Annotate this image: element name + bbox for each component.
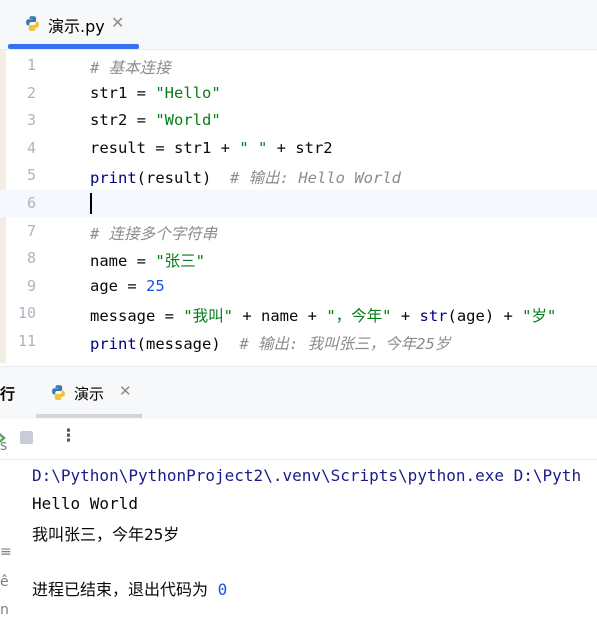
- text-caret: [90, 193, 92, 214]
- code-token: result = str1 +: [90, 138, 240, 157]
- code-text: name = "张三": [90, 249, 205, 271]
- run-tool-window-header: 行 演示 ✕: [0, 366, 597, 419]
- code-comment: # 输出: Hello World: [230, 169, 401, 188]
- code-text: message = "我叫" + name + "，今年" + str(age)…: [90, 304, 556, 326]
- code-string: "我叫": [183, 307, 233, 326]
- code-string: " ": [239, 138, 268, 157]
- active-tab-indicator: [8, 44, 139, 49]
- line-number: 11: [17, 332, 36, 350]
- console-side-strip: s ≡ ê n: [0, 438, 12, 627]
- stop-icon[interactable]: [20, 431, 33, 444]
- side-glyph: s: [0, 438, 8, 454]
- line-number: 6: [26, 194, 36, 212]
- code-text: print(result) # 输出: Hello World: [90, 166, 401, 188]
- line-number: 3: [26, 111, 36, 130]
- side-glyph[interactable]: n: [0, 602, 9, 618]
- exit-code: 0: [217, 580, 228, 599]
- code-text: str2 = "World": [90, 111, 221, 129]
- code-string: "，今年": [326, 307, 392, 326]
- line-number: 2: [26, 83, 36, 102]
- code-line[interactable]: 3 str2 = "World": [0, 107, 597, 134]
- code-token: (result): [136, 169, 230, 188]
- code-text: result = str1 + " " + str2: [90, 139, 333, 157]
- code-token: name =: [90, 252, 156, 271]
- code-builtin: print: [90, 335, 137, 353]
- run-tab-demo[interactable]: 演示 ✕: [36, 367, 142, 419]
- code-line[interactable]: 1 # 基本连接: [0, 52, 597, 79]
- code-editor[interactable]: 1 # 基本连接 2 str1 = "Hello" 3 str2 = "World" 4 re…: [0, 50, 597, 363]
- code-token: + str2: [267, 138, 333, 157]
- code-string: "岁": [522, 307, 557, 326]
- console-exit-line: 进程已结束，退出代码为 0: [32, 576, 227, 600]
- side-glyph[interactable]: ê: [0, 574, 9, 590]
- code-line[interactable]: 9 age = 25: [0, 273, 597, 300]
- more-options-icon[interactable]: ⋮: [60, 426, 77, 446]
- code-comment: # 输出: 我叫张三，今年25岁: [239, 335, 451, 353]
- code-string: "张三": [155, 252, 205, 271]
- line-number: 4: [26, 138, 36, 157]
- python-file-icon: [26, 16, 39, 31]
- code-text: str1 = "Hello": [90, 84, 221, 102]
- line-number: 5: [26, 166, 36, 185]
- console-output-line: Hello World: [32, 494, 138, 513]
- run-tab-indicator: [36, 414, 142, 418]
- code-token: + name +: [233, 307, 327, 326]
- code-builtin: print: [90, 169, 137, 188]
- run-window-title: 行: [0, 385, 16, 403]
- code-line[interactable]: 5 print(result) # 输出: Hello World: [0, 162, 597, 189]
- code-line[interactable]: 6: [0, 190, 597, 217]
- line-number: 1: [26, 56, 36, 74]
- editor-tab-label: 演示.py: [48, 17, 105, 36]
- code-text: print(message) # 输出: 我叫张三，今年25岁: [90, 332, 450, 354]
- python-run-icon: [52, 385, 65, 400]
- code-token: +: [391, 307, 420, 326]
- editor-tab-bar: 演示.py ✕: [0, 0, 597, 50]
- line-number: 10: [17, 304, 36, 323]
- line-number: 9: [26, 276, 36, 295]
- code-text: age = 25: [90, 277, 165, 295]
- code-text: # 基本连接: [90, 56, 171, 78]
- code-token: str1 =: [90, 83, 156, 102]
- console-output[interactable]: D:\Python\PythonProject2\.venv\Scripts\p…: [0, 460, 597, 627]
- code-string: "Hello": [155, 83, 221, 102]
- exit-message: 进程已结束，退出代码为: [32, 580, 218, 599]
- side-glyph[interactable]: ≡: [0, 544, 12, 560]
- code-comment: # 基本连接: [90, 59, 171, 77]
- run-tab-label: 演示: [74, 385, 105, 403]
- editor-tab-demo-py[interactable]: 演示.py ✕: [8, 0, 140, 49]
- code-line[interactable]: 4 result = str1 + " " + str2: [0, 135, 597, 162]
- code-builtin: str: [419, 307, 448, 326]
- code-line[interactable]: 2 str1 = "Hello": [0, 80, 597, 107]
- line-number: 8: [26, 249, 36, 268]
- code-line[interactable]: 8 name = "张三": [0, 245, 597, 272]
- code-token: (age) +: [447, 307, 523, 326]
- code-text: # 连接多个字符串: [90, 222, 217, 244]
- console-output-line: 我叫张三，今年25岁: [32, 525, 180, 544]
- code-token: str2 =: [90, 111, 156, 130]
- code-token: (message): [136, 335, 240, 353]
- console-command-line: D:\Python\PythonProject2\.venv\Scripts\p…: [32, 466, 582, 485]
- code-string: "World": [155, 111, 221, 130]
- code-number: 25: [146, 276, 165, 295]
- run-toolbar: ⋮: [0, 419, 597, 460]
- code-comment: # 连接多个字符串: [90, 224, 218, 243]
- code-line[interactable]: 7 # 连接多个字符串: [0, 218, 597, 245]
- code-token: age =: [90, 276, 146, 295]
- close-tab-icon[interactable]: ✕: [111, 13, 124, 32]
- code-line[interactable]: 10 message = "我叫" + name + "，今年" + str(ag…: [0, 300, 597, 327]
- line-number: 7: [26, 221, 36, 240]
- code-line[interactable]: 11 print(message) # 输出: 我叫张三，今年25岁: [0, 328, 597, 355]
- code-token: message =: [90, 307, 184, 326]
- close-run-tab-icon[interactable]: ✕: [119, 382, 132, 400]
